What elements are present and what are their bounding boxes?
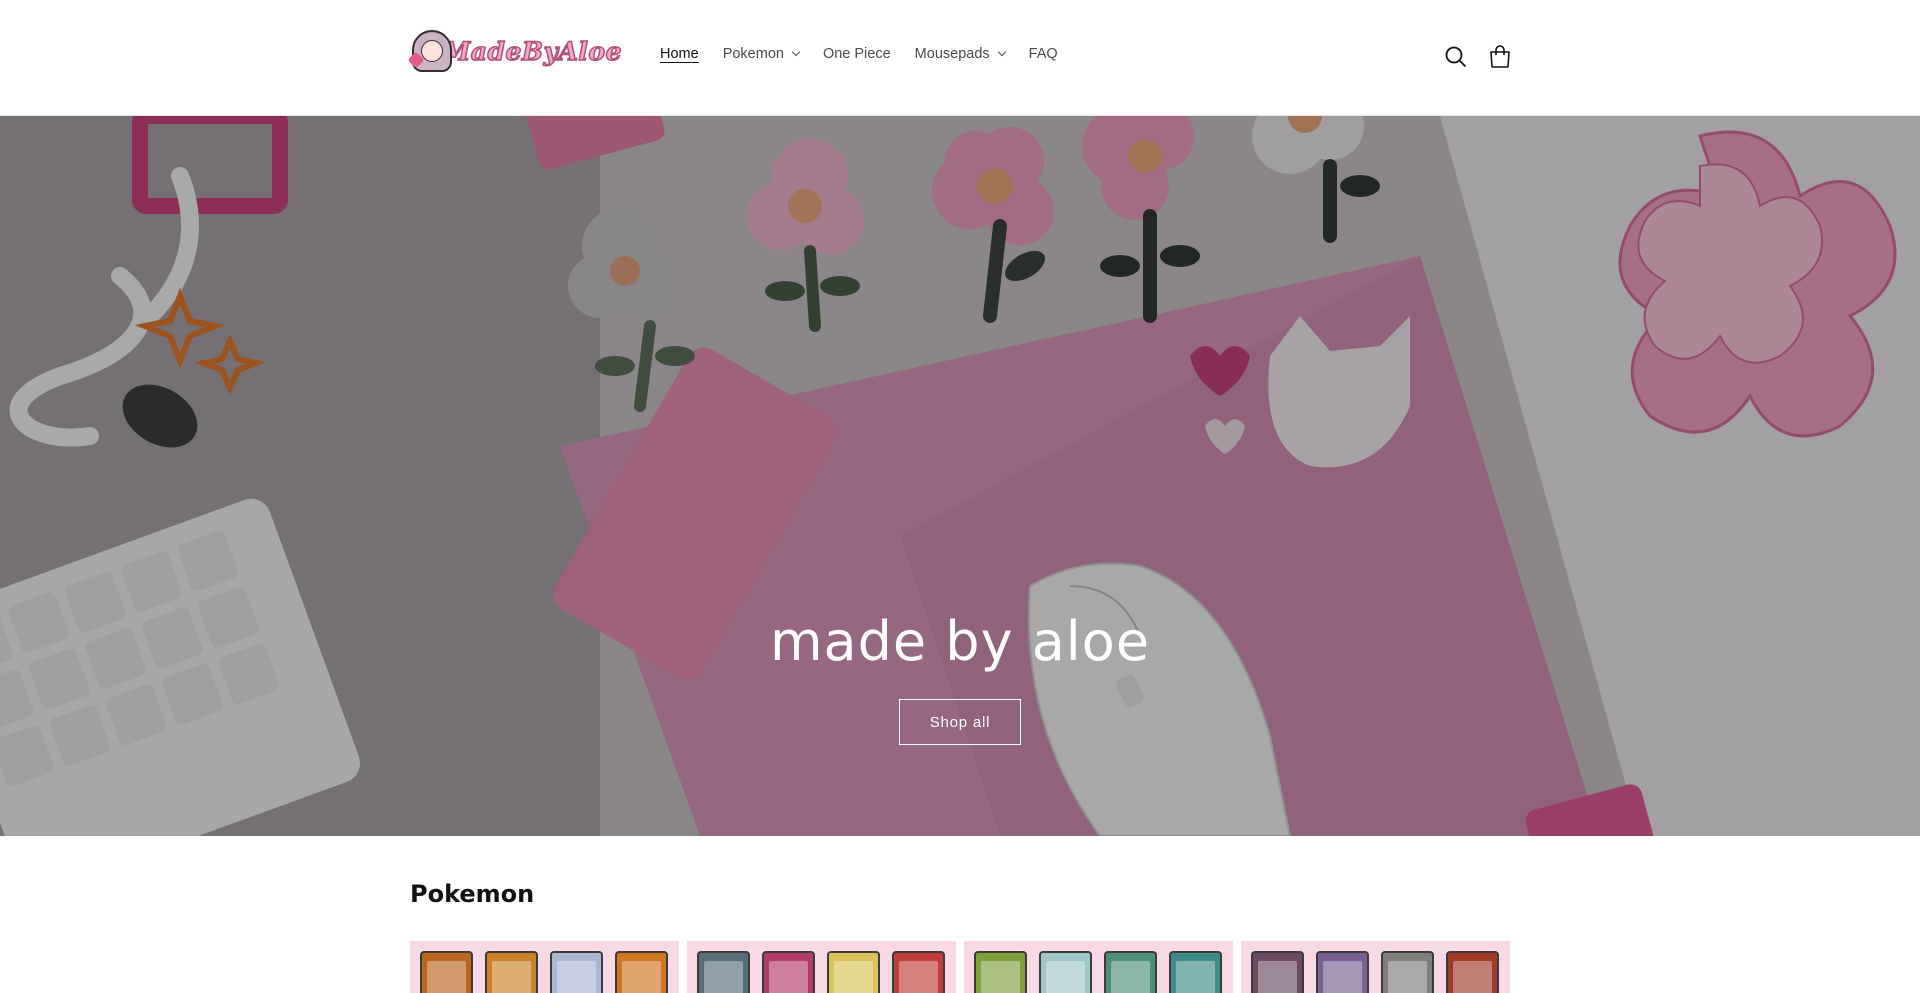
nav-item-label: Home — [660, 46, 699, 62]
nav-item-label: FAQ — [1028, 46, 1058, 62]
pokemon-card-thumbnail — [615, 951, 668, 993]
collection-grid — [410, 941, 1510, 993]
chevron-down-icon — [997, 47, 1006, 57]
nav-item-label: Pokemon — [722, 46, 784, 62]
pokemon-card-thumbnail — [1251, 951, 1304, 993]
pokemon-card-thumbnail — [550, 951, 603, 993]
nav-item-label: One Piece — [822, 46, 891, 62]
product-card[interactable] — [964, 941, 1233, 993]
product-card[interactable] — [410, 941, 679, 993]
pokemon-card-thumbnail — [1381, 951, 1434, 993]
logo-text: MadeByAloe — [442, 36, 622, 67]
nav-item-home[interactable]: Home — [648, 46, 711, 62]
pokemon-card-thumbnail — [1169, 951, 1222, 993]
pokemon-card-thumbnail — [1446, 951, 1499, 993]
nav-item-mousepads[interactable]: Mousepads — [903, 46, 1017, 62]
pokemon-card-thumbnail — [697, 951, 750, 993]
pokemon-card-thumbnail — [974, 951, 1027, 993]
product-card[interactable] — [687, 941, 956, 993]
search-icon — [1445, 46, 1466, 67]
cart-button[interactable] — [1486, 42, 1514, 72]
pokemon-card-thumbnail — [1039, 951, 1092, 993]
cart-icon — [1490, 45, 1510, 68]
pokemon-card-thumbnail — [420, 951, 473, 993]
nav-item-pokemon[interactable]: Pokemon — [711, 46, 811, 62]
product-card[interactable] — [1241, 941, 1510, 993]
collection-title: Pokemon — [410, 880, 535, 908]
hero-banner: made by aloe Shop all — [0, 116, 1920, 836]
logo-mascot-icon — [407, 28, 452, 74]
pokemon-card-thumbnail — [485, 951, 538, 993]
nav-item-faq[interactable]: FAQ — [1017, 46, 1070, 62]
pokemon-card-thumbnail — [892, 951, 945, 993]
pokemon-card-thumbnail — [1316, 951, 1369, 993]
pokemon-card-thumbnail — [762, 951, 815, 993]
pokemon-card-thumbnail — [1104, 951, 1157, 993]
pokemon-card-thumbnail — [827, 951, 880, 993]
nav-item-label: Mousepads — [914, 46, 990, 62]
shop-all-button[interactable]: Shop all — [899, 699, 1021, 745]
main-nav: Home Pokemon One Piece Mousepads FAQ — [648, 46, 1070, 62]
site-logo[interactable]: MadeByAloe — [407, 26, 622, 76]
hero-title: made by aloe — [769, 610, 1151, 673]
search-button[interactable] — [1442, 42, 1470, 72]
site-header: MadeByAloe Home Pokemon One Piece Mousep… — [0, 0, 1920, 116]
nav-item-one-piece[interactable]: One Piece — [811, 46, 903, 62]
chevron-down-icon — [791, 47, 801, 57]
